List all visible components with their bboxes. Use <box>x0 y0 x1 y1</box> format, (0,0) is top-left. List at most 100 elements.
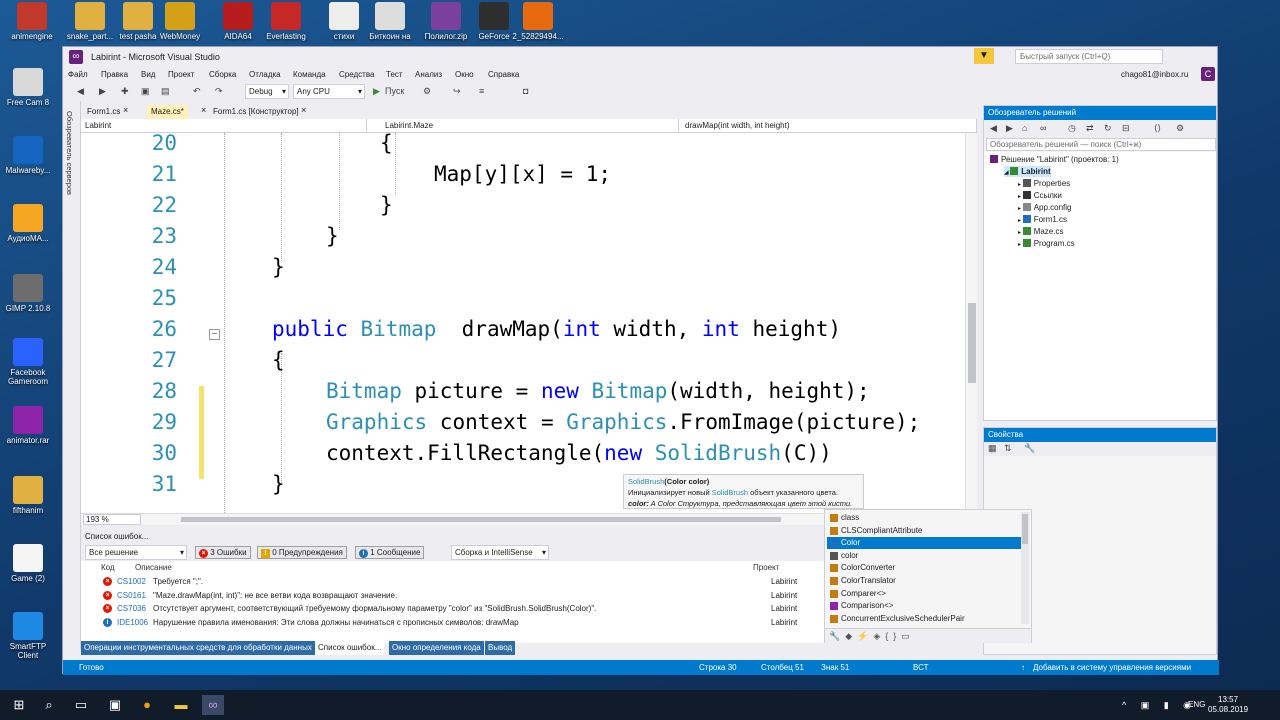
collapse-toggle[interactable]: − <box>209 329 220 340</box>
error-code[interactable]: CS0161 <box>117 589 146 602</box>
save-all-icon[interactable]: ▤ <box>161 85 170 98</box>
doc-tab-2[interactable]: Form1.cs [Конструктор] <box>209 105 303 119</box>
forward-icon[interactable]: ▶ <box>99 85 106 98</box>
autocomplete-item[interactable]: ColorConverter <box>827 562 1021 574</box>
horizontal-scrollbar-thumb[interactable] <box>181 517 781 522</box>
code-view-icon[interactable]: ⟨⟩ <box>1154 122 1161 135</box>
desktop-icon[interactable]: Game (2) <box>0 544 56 583</box>
menu-item-8[interactable]: Тест <box>386 70 403 79</box>
property-pages-icon[interactable]: 🔧 <box>1024 442 1035 455</box>
save-icon[interactable]: ▣ <box>141 85 150 98</box>
autocomplete-item[interactable]: Comparison<> <box>827 600 1021 612</box>
menu-item-0[interactable]: Файл <box>68 70 88 79</box>
desktop-icon[interactable]: SmartFTP Client <box>0 612 56 660</box>
comment-icon[interactable]: ≡ <box>479 85 484 98</box>
menu-item-3[interactable]: Проект <box>168 70 194 79</box>
tree-node[interactable]: ▸ App.config <box>1018 202 1072 213</box>
menu-item-7[interactable]: Средства <box>339 70 374 79</box>
desktop-icon[interactable]: fifthanim <box>0 476 56 515</box>
firefox-icon[interactable]: ● <box>136 695 158 715</box>
filter-method-icon[interactable]: ◆ <box>845 631 857 641</box>
error-code[interactable]: IDE1006 <box>117 616 148 629</box>
vs-icon[interactable]: ∞ <box>1040 122 1046 135</box>
error-row[interactable]: × CS0161 "Maze.drawMap(int, int)": не все … <box>81 589 826 602</box>
error-code[interactable]: CS1002 <box>117 575 146 588</box>
feedback-filter-icon[interactable]: ▼ <box>974 48 994 64</box>
doc-tab-0[interactable]: Form1.cs <box>83 105 124 119</box>
build-filter-select[interactable]: Сборка и IntelliSense <box>451 545 549 560</box>
system-tray-icons[interactable]: ^ ▣ ▮ ◉ <box>1122 700 1197 711</box>
back-icon[interactable]: ◀ <box>77 85 84 98</box>
desktop-icon[interactable]: Биткоин на <box>362 2 418 41</box>
store-icon[interactable]: ▣ <box>104 695 126 715</box>
bottom-tab-3[interactable]: Вывод <box>485 641 516 655</box>
desktop-icon[interactable]: animator.rar <box>0 406 56 445</box>
menu-item-6[interactable]: Команда <box>293 70 326 79</box>
class-nav-dropdown[interactable]: Labirint.Maze <box>381 119 679 133</box>
filter-event-icon[interactable]: ⚡ <box>857 631 873 641</box>
autocomplete-item[interactable]: ConcurrentExclusiveSchedulerPair <box>827 613 1021 625</box>
autocomplete-item[interactable]: ColorTranslator <box>827 575 1021 587</box>
error-row[interactable]: × CS7036 Отсутствует аргумент, соответству… <box>81 602 826 615</box>
doc-tab-1[interactable]: Maze.cs* <box>147 105 188 119</box>
clock[interactable]: 13:57 05.08.2019 <box>1208 695 1248 715</box>
desktop-icon[interactable]: WebMoney <box>152 2 208 41</box>
tree-node[interactable]: ▸ Properties <box>1018 178 1070 189</box>
step-icon[interactable]: ↪ <box>453 85 461 98</box>
filter-namespace-icon[interactable]: {} <box>885 631 901 641</box>
menu-item-11[interactable]: Справка <box>488 70 519 79</box>
user-account[interactable]: chago81@inbox.ru <box>1121 70 1188 79</box>
alphabetical-icon[interactable]: ⇅ <box>1004 442 1012 455</box>
col-project[interactable]: Проект <box>753 563 779 572</box>
desktop-icon[interactable]: GIMP 2.10.8 <box>0 274 56 313</box>
back-icon[interactable]: ◀ <box>990 122 997 135</box>
error-row[interactable]: × CS1002 Требуется ";". Labirint <box>81 575 826 588</box>
scrollbar-thumb[interactable] <box>1022 514 1028 544</box>
autocomplete-item[interactable]: Comparer<> <box>827 588 1021 600</box>
collapse-all-icon[interactable]: ⊟ <box>1122 122 1130 135</box>
solution-search-input[interactable]: Обозреватель решений — поиск (Ctrl+ж) <box>986 138 1216 151</box>
tree-node[interactable]: ▸ Ссылки <box>1018 190 1062 201</box>
filter-property-icon[interactable]: 🔧 <box>829 631 845 641</box>
bottom-tab-1[interactable]: Список ошибок... <box>315 641 385 655</box>
desktop-icon[interactable]: Free Cam 8 <box>0 68 56 107</box>
language-indicator[interactable]: ENG <box>1188 700 1205 709</box>
menu-item-9[interactable]: Анализ <box>415 70 442 79</box>
desktop-icon[interactable]: 2_52829494... <box>510 2 566 41</box>
bottom-tab-0[interactable]: Операции инструментальных средств для об… <box>81 641 315 655</box>
server-explorer-strip[interactable]: Обозреватель серверов <box>63 101 81 649</box>
editor-vertical-scrollbar[interactable] <box>965 133 977 513</box>
project-nav-dropdown[interactable]: Labirint <box>81 119 367 133</box>
scrollbar-thumb[interactable] <box>968 303 976 383</box>
scope-select[interactable]: Все решение <box>85 545 187 560</box>
tree-node[interactable]: Решение "Labirint" (проектов: 1) <box>990 154 1119 165</box>
close-icon[interactable]: × <box>201 105 206 115</box>
member-nav-dropdown[interactable]: drawMap(int width, int height) <box>681 119 977 133</box>
tree-node[interactable]: ▸ Form1.cs <box>1018 214 1067 225</box>
desktop-icon[interactable]: АудиоМА... <box>0 204 56 243</box>
forward-icon[interactable]: ▶ <box>1006 122 1013 135</box>
browser-icon[interactable]: ⚙ <box>423 85 431 98</box>
new-project-icon[interactable]: ✚ <box>121 85 129 98</box>
col-description[interactable]: Описание <box>135 563 172 572</box>
warnings-filter-button[interactable]: ! 0 Предупреждения <box>257 546 347 559</box>
desktop-icon[interactable]: animengine <box>4 2 60 41</box>
autocomplete-item[interactable]: CLSCompliantAttribute <box>827 525 1021 537</box>
desktop-icon[interactable]: Malwareby... <box>0 136 56 175</box>
menu-item-4[interactable]: Сборка <box>209 70 236 79</box>
autocomplete-scrollbar[interactable] <box>1021 512 1029 624</box>
autocomplete-item[interactable]: color <box>827 550 1021 562</box>
messages-filter-button[interactable]: i 1 Сообщение <box>355 546 425 559</box>
close-icon[interactable]: × <box>301 105 306 115</box>
error-row[interactable]: i IDE1006 Нарушение правила именования: Эт… <box>81 616 826 629</box>
visual-studio-taskbar-icon[interactable]: ∞ <box>202 695 224 715</box>
autocomplete-item[interactable]: class <box>827 512 1021 524</box>
filter-class-icon[interactable]: ◈ <box>873 631 885 641</box>
bottom-tab-2[interactable]: Окно определения кода <box>389 641 484 655</box>
bookmark-icon[interactable]: ◘ <box>523 85 528 98</box>
task-view-icon[interactable]: ▭ <box>70 695 92 715</box>
menu-item-10[interactable]: Окно <box>455 70 474 79</box>
file-explorer-icon[interactable]: ▬ <box>170 695 192 715</box>
error-code[interactable]: CS7036 <box>117 602 146 615</box>
col-code[interactable]: Код <box>101 563 115 572</box>
